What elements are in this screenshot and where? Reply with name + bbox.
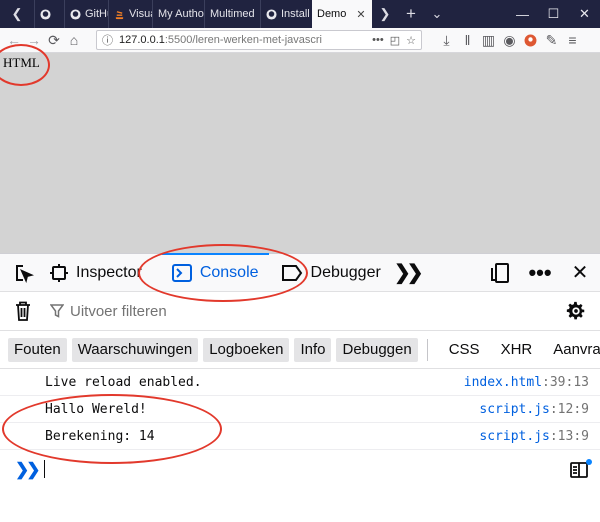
url-text[interactable]: 127.0.0.1:5500/leren-werken-met-javascri xyxy=(119,34,366,46)
tab-debugger[interactable]: Debugger xyxy=(275,254,387,292)
url-bar[interactable]: ⓘ 127.0.0.1:5500/leren-werken-met-javasc… xyxy=(96,30,422,50)
download-icon[interactable]: ⤓ xyxy=(436,32,457,49)
browser-tab-label: Install xyxy=(281,8,310,20)
message-text: Live reload enabled. xyxy=(45,374,202,390)
filter-debug-button[interactable]: Debuggen xyxy=(336,337,418,362)
browser-tab-label: My Autho xyxy=(158,8,204,20)
bookmark-star-icon[interactable]: ☆ xyxy=(406,34,416,47)
close-tab-icon[interactable]: ✕ xyxy=(356,8,365,21)
filter-warnings-button[interactable]: Waarschuwingen xyxy=(71,337,199,362)
devtools-toolbar: Inspector Console Debugger ❯❯ ••• ✕ xyxy=(0,252,600,292)
maximize-icon[interactable]: ☐ xyxy=(538,0,569,28)
more-tabs-icon[interactable]: ❯❯ xyxy=(387,254,427,292)
extension-icon[interactable]: ✎ xyxy=(541,32,562,49)
browser-tab-5[interactable]: Install xyxy=(260,0,312,28)
tab-strip: ❮ GitHu Visual My Autho Multimed Install… xyxy=(0,0,600,28)
tab-scroll-left-icon[interactable]: ❮ xyxy=(0,0,34,28)
browser-tab-label: GitHu xyxy=(85,8,108,20)
browser-tab-1[interactable]: GitHu xyxy=(64,0,108,28)
browser-tab-4[interactable]: Multimed xyxy=(204,0,260,28)
page-actions-icon[interactable]: ••• xyxy=(372,34,384,46)
tab-list-icon[interactable]: ⌄ xyxy=(424,0,450,28)
inspector-icon xyxy=(50,263,68,282)
console-message: Hallo Wereld! script.js:12:9 xyxy=(0,396,600,423)
page-heading: HTML xyxy=(3,55,40,70)
responsive-design-icon[interactable] xyxy=(480,254,520,292)
browser-tab-active[interactable]: Demo ✕ xyxy=(312,0,372,28)
reload-icon[interactable]: ⟳ xyxy=(44,32,64,49)
console-filter-bar: Uitvoer filteren xyxy=(0,292,600,331)
console-input[interactable]: ❯❯ xyxy=(0,452,600,487)
message-source-link[interactable]: script.js:12:9 xyxy=(479,402,589,417)
filter-output-input[interactable]: Uitvoer filteren xyxy=(50,303,167,320)
menu-icon[interactable]: ≡ xyxy=(562,32,583,48)
filter-logs-button[interactable]: Logboeken xyxy=(203,337,290,362)
prompt-chevron-icon: ❯❯ xyxy=(15,459,40,479)
tab-console[interactable]: Console xyxy=(161,252,269,292)
filter-xhr-button[interactable]: XHR xyxy=(493,341,541,358)
browser-tab-2[interactable]: Visual xyxy=(108,0,152,28)
filter-css-button[interactable]: CSS xyxy=(441,341,488,358)
minimize-icon[interactable]: — xyxy=(507,0,538,28)
filter-errors-button[interactable]: Fouten xyxy=(8,337,67,362)
pocket-icon[interactable]: ◰ xyxy=(390,34,400,47)
editor-mode-icon[interactable] xyxy=(570,459,592,482)
message-text: Hallo Wereld! xyxy=(45,401,147,417)
console-level-filters: Fouten Waarschuwingen Logboeken Info Deb… xyxy=(0,331,600,369)
duckduckgo-icon[interactable] xyxy=(520,34,541,47)
navigation-bar: ← → ⟳ ⌂ ⓘ 127.0.0.1:5500/leren-werken-me… xyxy=(0,28,600,53)
browser-tab-label: Demo xyxy=(317,8,347,20)
tab-scroll-right-icon[interactable]: ❯ xyxy=(372,0,398,28)
console-message: Live reload enabled. index.html:39:13 xyxy=(0,369,600,396)
github-icon xyxy=(266,8,277,20)
page-viewport: HTML xyxy=(0,53,600,253)
browser-tab-label: Multimed xyxy=(210,8,255,20)
browser-tab-3[interactable]: My Autho xyxy=(152,0,204,28)
close-devtools-icon[interactable]: ✕ xyxy=(560,254,600,292)
window-close-icon[interactable]: ✕ xyxy=(569,0,600,28)
message-source-link[interactable]: index.html:39:13 xyxy=(464,375,589,390)
tab-label: Console xyxy=(199,263,259,281)
github-icon xyxy=(70,8,81,20)
console-message: Berekening: 14 script.js:13:9 xyxy=(0,423,600,450)
browser-tab-0[interactable] xyxy=(34,0,64,28)
devtools-options-icon[interactable]: ••• xyxy=(520,254,560,292)
tab-label: Debugger xyxy=(310,263,381,281)
filter-info-button[interactable]: Info xyxy=(294,337,332,362)
filter-funnel-icon xyxy=(50,304,64,318)
debugger-icon xyxy=(281,264,302,281)
library-icon[interactable]: ‖ xyxy=(457,32,478,48)
stackoverflow-icon xyxy=(115,10,124,19)
clear-console-icon[interactable] xyxy=(8,292,38,330)
tab-label: Inspector xyxy=(76,263,142,281)
message-source-link[interactable]: script.js:13:9 xyxy=(479,429,589,444)
filter-requests-button[interactable]: Aanvragen xyxy=(545,341,600,358)
account-icon[interactable]: ◉ xyxy=(499,32,520,49)
browser-tab-label: Visual xyxy=(129,8,152,20)
github-icon xyxy=(40,8,51,20)
console-icon xyxy=(171,263,192,282)
back-icon[interactable]: ← xyxy=(4,32,24,48)
home-icon[interactable]: ⌂ xyxy=(64,32,84,48)
site-info-icon[interactable]: ⓘ xyxy=(102,32,113,48)
element-picker-icon[interactable] xyxy=(4,254,44,292)
message-text: Berekening: 14 xyxy=(45,428,155,444)
filter-placeholder: Uitvoer filteren xyxy=(70,302,167,320)
filter-separator xyxy=(426,338,428,361)
console-settings-gear-icon[interactable] xyxy=(556,292,596,330)
new-tab-icon[interactable]: + xyxy=(398,0,424,28)
forward-icon[interactable]: → xyxy=(24,32,44,48)
text-caret xyxy=(44,460,45,478)
tab-inspector[interactable]: Inspector xyxy=(44,254,148,292)
sidebar-toggle-icon[interactable]: ▥ xyxy=(478,32,499,49)
